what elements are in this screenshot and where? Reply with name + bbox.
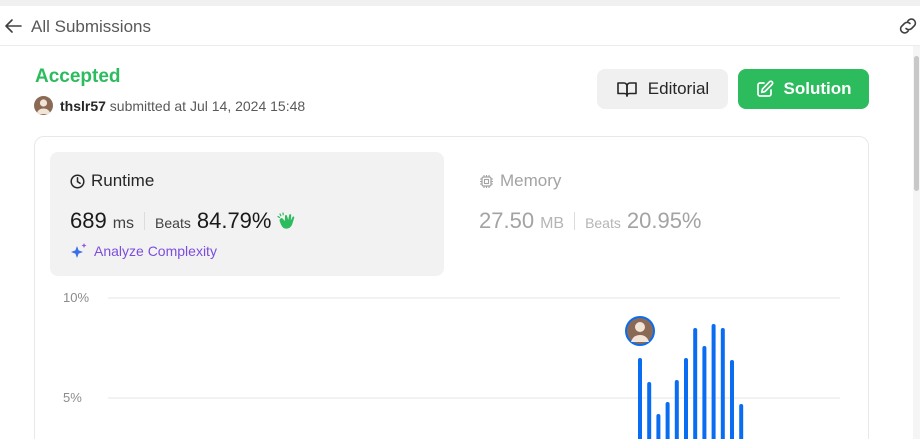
link-icon[interactable] xyxy=(896,15,920,37)
chip-icon xyxy=(479,174,494,189)
distribution-bar[interactable] xyxy=(684,358,688,439)
analyze-complexity-link[interactable]: Analyze Complexity xyxy=(70,242,217,260)
runtime-beats-label: Beats xyxy=(155,215,191,231)
y-tick-label: 5% xyxy=(63,390,82,405)
distribution-bar[interactable] xyxy=(739,404,744,439)
username-link[interactable]: thslr57 xyxy=(60,98,106,114)
memory-metric-row[interactable]: 27.50 MB Beats 20.95% xyxy=(479,208,702,234)
editorial-button[interactable]: Editorial xyxy=(597,69,728,109)
scrollbar-thumb[interactable] xyxy=(914,56,919,191)
all-submissions-link[interactable]: All Submissions xyxy=(31,17,151,37)
edit-icon xyxy=(756,80,774,98)
clapping-hands-icon xyxy=(277,212,297,230)
editorial-label: Editorial xyxy=(647,79,710,98)
distribution-bar[interactable] xyxy=(665,402,670,439)
solution-button[interactable]: Solution xyxy=(738,69,869,109)
runtime-beats-value: 84.79% xyxy=(196,208,272,233)
memory-unit: MB xyxy=(540,215,565,232)
distribution-bar[interactable] xyxy=(711,324,716,439)
sparkle-icon xyxy=(70,242,88,260)
memory-title[interactable]: Memory xyxy=(479,171,561,191)
runtime-distribution-chart: 10% 5% xyxy=(50,285,860,439)
book-icon xyxy=(616,80,638,98)
distribution-bar[interactable] xyxy=(647,382,652,439)
memory-value: 27.50 xyxy=(479,208,535,233)
analyze-complexity-label: Analyze Complexity xyxy=(94,243,217,259)
back-arrow-icon[interactable] xyxy=(2,15,24,37)
submission-status: Accepted xyxy=(35,66,121,87)
divider xyxy=(574,212,576,230)
submitted-at-text: submitted at Jul 14, 2024 15:48 xyxy=(105,98,306,114)
memory-title-label: Memory xyxy=(500,171,562,190)
divider xyxy=(144,212,146,230)
clock-icon xyxy=(70,173,85,189)
distribution-bar[interactable] xyxy=(730,360,734,439)
memory-beats-label: Beats xyxy=(585,215,621,231)
runtime-title-label: Runtime xyxy=(91,171,155,190)
submission-meta: thslr57 submitted at Jul 14, 2024 15:48 xyxy=(60,98,305,114)
runtime-title: Runtime xyxy=(70,171,154,191)
runtime-unit: ms xyxy=(112,215,135,232)
runtime-value: 689 xyxy=(70,208,107,233)
user-avatar[interactable] xyxy=(34,96,53,115)
y-tick-label: 10% xyxy=(63,290,90,305)
distribution-bar[interactable] xyxy=(693,328,698,439)
distribution-bar[interactable] xyxy=(638,358,642,439)
scrollbar[interactable] xyxy=(913,46,920,439)
memory-beats-value: 20.95% xyxy=(626,208,702,233)
chart-canvas xyxy=(108,297,840,439)
header-bar: All Submissions xyxy=(0,6,920,46)
distribution-bar[interactable] xyxy=(674,380,679,439)
distribution-bar[interactable] xyxy=(702,346,707,439)
runtime-metric-row: 689 ms Beats 84.79% xyxy=(70,208,297,234)
runtime-panel[interactable]: Runtime 689 ms Beats 84.79% Analyze Comp… xyxy=(50,152,444,276)
distribution-bar[interactable] xyxy=(656,414,661,439)
solution-label: Solution xyxy=(783,79,852,98)
distribution-bar[interactable] xyxy=(720,328,725,439)
your-submission-avatar-icon[interactable] xyxy=(625,316,655,346)
